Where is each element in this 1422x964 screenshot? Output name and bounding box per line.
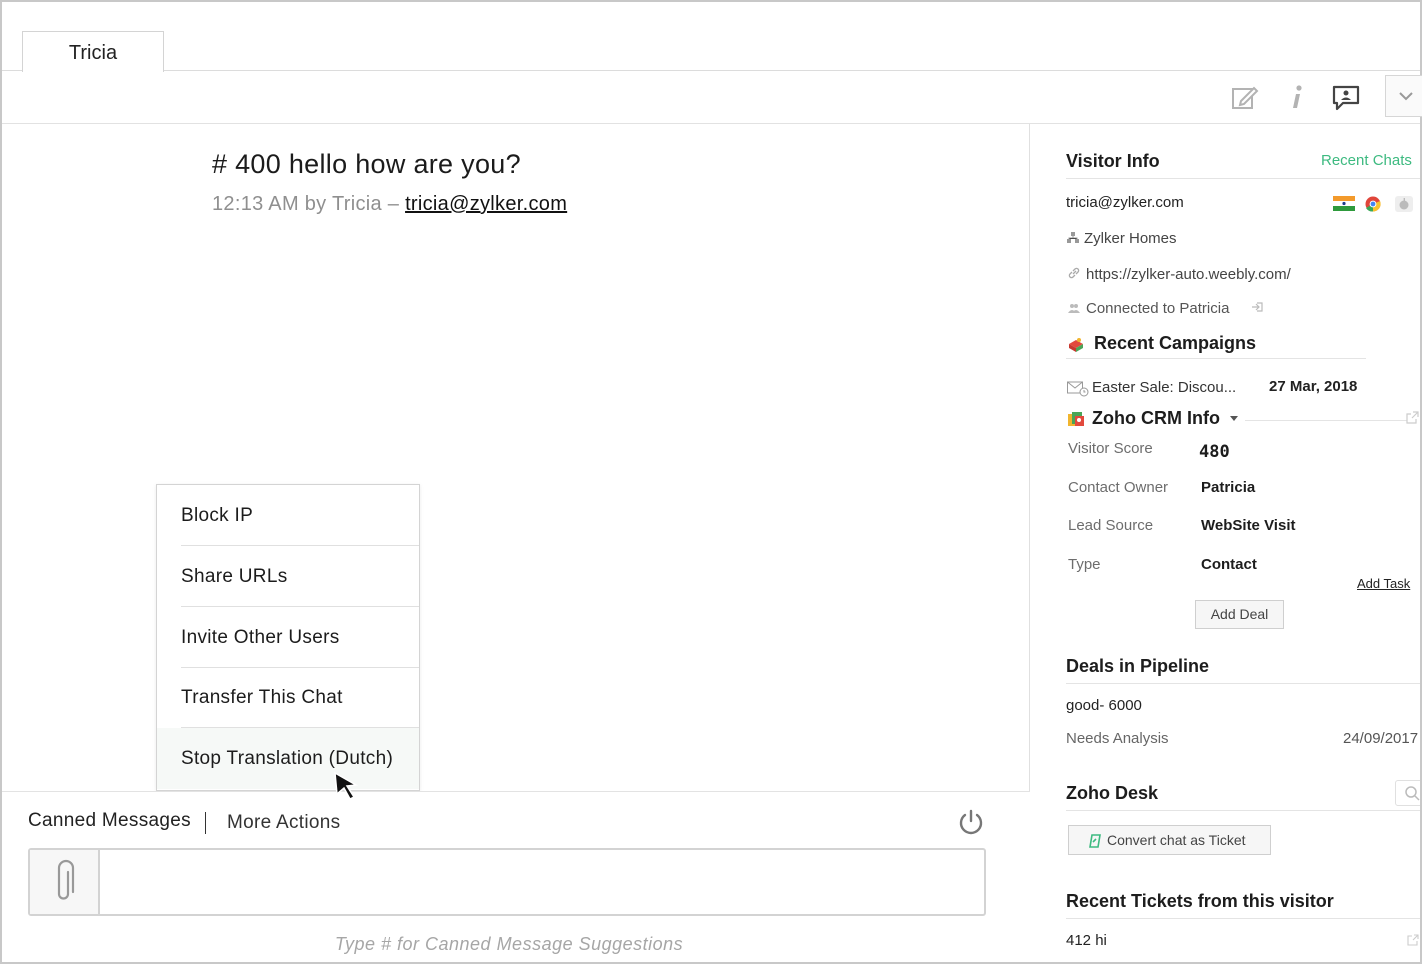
composer-bar: Canned Messages More Actions Type # for … — [2, 791, 1030, 962]
divider — [1245, 420, 1407, 421]
deals-title: Deals in Pipeline — [1066, 656, 1210, 676]
toolbar-dropdown-button[interactable] — [1385, 75, 1422, 117]
add-task-link[interactable]: Add Task — [1357, 576, 1410, 591]
divider — [1066, 358, 1366, 359]
search-icon — [1405, 786, 1420, 801]
recent-chats-link[interactable]: Recent Chats — [1321, 152, 1412, 169]
message-input-box[interactable] — [28, 848, 986, 916]
campaign-date: 27 Mar, 2018 — [1269, 378, 1358, 395]
info-icon[interactable] — [1282, 83, 1312, 113]
crm-label-contact-owner: Contact Owner — [1068, 479, 1169, 496]
menu-item-stop-translation[interactable]: Stop Translation (Dutch) — [157, 728, 419, 789]
crm-label-lead-source: Lead Source — [1068, 517, 1154, 534]
visitor-sidebar: Visitor Info Recent Chats tricia@zylker.… — [1031, 124, 1420, 962]
divider — [1066, 918, 1420, 919]
tab-tricia[interactable]: Tricia — [22, 31, 164, 72]
apple-icon — [1395, 196, 1413, 212]
visitor-info-title: Visitor Info — [1066, 151, 1160, 171]
menu-item-invite-users[interactable]: Invite Other Users — [181, 607, 419, 668]
canned-messages-button[interactable]: Canned Messages — [28, 810, 191, 832]
more-actions-menu: Block IP Share URLs Invite Other Users T… — [156, 484, 420, 791]
campaign-icon — [1069, 338, 1083, 352]
cursor-icon — [334, 771, 359, 800]
tab-bar: Tricia — [2, 2, 1420, 72]
chevron-down-icon — [1399, 92, 1413, 101]
message-meta: 12:13 AM by Tricia – tricia@zylker.com — [212, 193, 567, 216]
more-actions-button[interactable]: More Actions — [227, 812, 340, 834]
crm-value-visitor-score: 480 — [1199, 442, 1230, 462]
chat-bubble-icon[interactable] — [1331, 83, 1361, 113]
menu-item-block-ip[interactable]: Block IP — [181, 485, 419, 546]
attach-button[interactable] — [30, 850, 100, 914]
external-link-icon[interactable] — [1405, 411, 1419, 425]
canned-hint: Type # for Canned Message Suggestions — [334, 934, 684, 954]
divider — [1066, 683, 1420, 684]
deal-stage: Needs Analysis — [1066, 730, 1169, 747]
crm-icon — [1068, 412, 1084, 426]
desk-search-button[interactable] — [1395, 780, 1420, 806]
convert-ticket-button[interactable]: Convert chat as Ticket — [1068, 825, 1271, 855]
mail-clock-icon — [1067, 381, 1089, 397]
crm-info-title[interactable]: Zoho CRM Info — [1092, 408, 1220, 429]
divider — [1066, 178, 1420, 179]
edit-icon[interactable] — [1230, 83, 1260, 113]
external-link-icon[interactable] — [1407, 934, 1419, 946]
sign-in-icon — [1252, 302, 1263, 312]
message-email-link[interactable]: tricia@zylker.com — [405, 193, 567, 215]
menu-item-share-urls[interactable]: Share URLs — [181, 546, 419, 607]
crm-label-type: Type — [1068, 556, 1101, 573]
visitor-email: tricia@zylker.com — [1066, 194, 1184, 211]
crm-value-contact-owner: Patricia — [1201, 479, 1256, 496]
deal-date: 24/09/2017 — [1343, 730, 1419, 747]
desk-ticket-icon — [1089, 834, 1101, 848]
users-icon — [1068, 304, 1080, 313]
power-icon[interactable] — [957, 808, 985, 836]
ticket-item[interactable]: 412 hi — [1066, 932, 1107, 949]
india-flag-icon — [1333, 196, 1355, 211]
convert-ticket-label: Convert chat as Ticket — [1107, 832, 1246, 848]
message-title: # 400 hello how are you? — [212, 149, 521, 179]
menu-item-transfer-chat[interactable]: Transfer This Chat — [181, 667, 419, 728]
link-icon — [1068, 267, 1080, 279]
campaign-name[interactable]: Easter Sale: Discou... — [1092, 379, 1236, 396]
company-icon — [1067, 232, 1079, 243]
recent-tickets-title: Recent Tickets from this visitor — [1066, 891, 1334, 911]
deal-name[interactable]: good- 6000 — [1066, 697, 1142, 714]
message-time-author: 12:13 AM by Tricia – — [212, 193, 406, 215]
divider — [1066, 810, 1420, 811]
recent-campaigns-title: Recent Campaigns — [1094, 333, 1257, 353]
crm-value-type: Contact — [1201, 556, 1257, 573]
chrome-icon — [1365, 196, 1381, 212]
paperclip-icon — [57, 859, 75, 900]
chat-toolbar — [2, 71, 1422, 124]
visitor-company: Zylker Homes — [1084, 230, 1177, 247]
separator — [205, 812, 206, 834]
add-deal-button[interactable]: Add Deal — [1195, 600, 1284, 629]
zoho-desk-title: Zoho Desk — [1066, 783, 1159, 803]
caret-down-icon[interactable] — [1229, 416, 1239, 422]
connected-to: Connected to Patricia — [1086, 300, 1230, 317]
crm-value-lead-source: WebSite Visit — [1201, 517, 1296, 534]
visitor-url[interactable]: https://zylker-auto.weebly.com/ — [1086, 266, 1291, 283]
crm-label-visitor-score: Visitor Score — [1068, 440, 1153, 457]
